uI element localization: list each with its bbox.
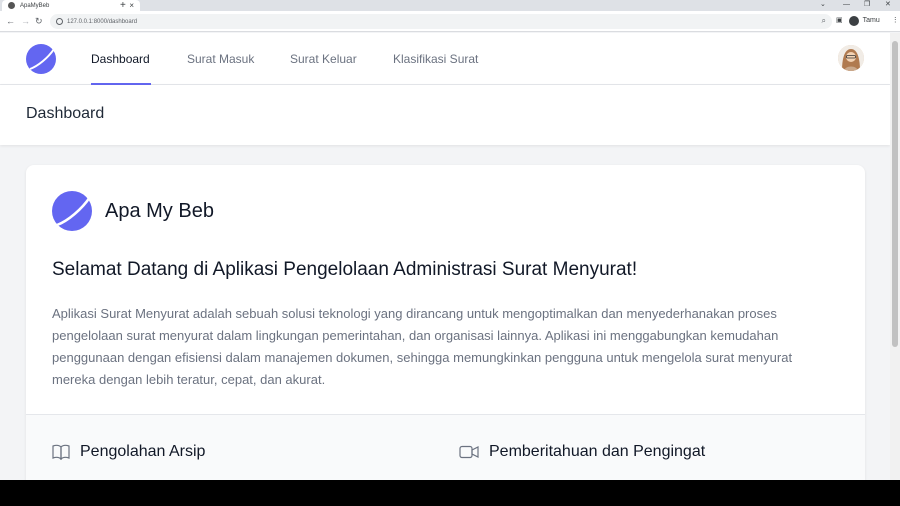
reload-icon[interactable]: ↻ <box>35 15 43 27</box>
app-logo-icon[interactable] <box>26 44 56 74</box>
back-arrow-icon[interactable]: ← <box>6 15 15 27</box>
tab-strip: ApaMyBeb × + ⌄ — ❐ ✕ <box>0 0 900 11</box>
minimize-icon[interactable]: — <box>843 0 850 10</box>
nav-surat-masuk[interactable]: Surat Masuk <box>187 33 254 85</box>
new-tab-button[interactable]: + <box>120 0 126 11</box>
welcome-card: Apa My Beb Selamat Datang di Aplikasi Pe… <box>26 165 865 480</box>
tab-title: ApaMyBeb <box>20 2 50 9</box>
forward-arrow-icon[interactable]: → <box>21 15 30 27</box>
app-navbar: Dashboard Surat Masuk Surat Keluar Klasi… <box>0 33 890 85</box>
book-icon <box>52 444 70 460</box>
card-intro: Apa My Beb Selamat Datang di Aplikasi Pe… <box>26 165 865 415</box>
welcome-heading: Selamat Datang di Aplikasi Pengelolaan A… <box>52 259 638 280</box>
nav-surat-keluar[interactable]: Surat Keluar <box>290 33 357 85</box>
tab-close-icon[interactable]: × <box>129 0 134 11</box>
brand-logo-icon <box>52 191 92 231</box>
page-title: Dashboard <box>26 105 105 122</box>
site-info-icon[interactable] <box>56 18 63 25</box>
browser-toolbar: ← → ↻ 127.0.0.1:8000/dashboard ⌕ ▣ Tamu … <box>0 11 900 32</box>
taskbar-area <box>0 480 900 506</box>
video-icon <box>459 445 479 459</box>
page-scrollbar[interactable] <box>890 33 900 480</box>
profile-label[interactable]: Tamu <box>863 15 880 27</box>
side-panel-icon[interactable]: ▣ <box>836 15 843 27</box>
page-header: Dashboard <box>0 85 890 145</box>
nav-klasifikasi-surat[interactable]: Klasifikasi Surat <box>393 33 478 85</box>
scroll-thumb[interactable] <box>892 41 898 347</box>
page: Dashboard Surat Masuk Surat Keluar Klasi… <box>0 33 890 480</box>
browser-window: ApaMyBeb × + ⌄ — ❐ ✕ ← → ↻ 127.0.0.1:800… <box>0 0 900 480</box>
address-bar[interactable]: 127.0.0.1:8000/dashboard ⌕ <box>50 14 832 29</box>
profile-icon[interactable] <box>848 16 859 26</box>
nav-dashboard[interactable]: Dashboard <box>91 33 151 85</box>
feature-pemberitahuan: Pemberitahuan dan Pengingat <box>459 443 705 461</box>
feature-section: Pengolahan Arsip Pemberitahuan dan Pengi… <box>26 415 865 480</box>
menu-dots-icon[interactable]: ⋮ <box>892 15 899 27</box>
brand-name: Apa My Beb <box>105 200 214 222</box>
restore-icon[interactable]: ❐ <box>864 0 870 10</box>
feature-title: Pengolahan Arsip <box>80 443 206 460</box>
feature-pengolahan-arsip: Pengolahan Arsip <box>52 443 205 461</box>
zoom-icon[interactable]: ⌕ <box>822 16 826 26</box>
app-description: Aplikasi Surat Menyurat adalah sebuah so… <box>52 306 793 387</box>
chevron-down-icon[interactable]: ⌄ <box>820 0 826 10</box>
favicon-icon <box>8 2 15 9</box>
feature-title: Pemberitahuan dan Pengingat <box>489 443 706 460</box>
url-text: 127.0.0.1:8000/dashboard <box>67 18 138 25</box>
close-window-icon[interactable]: ✕ <box>885 0 891 10</box>
user-avatar[interactable] <box>838 45 864 71</box>
